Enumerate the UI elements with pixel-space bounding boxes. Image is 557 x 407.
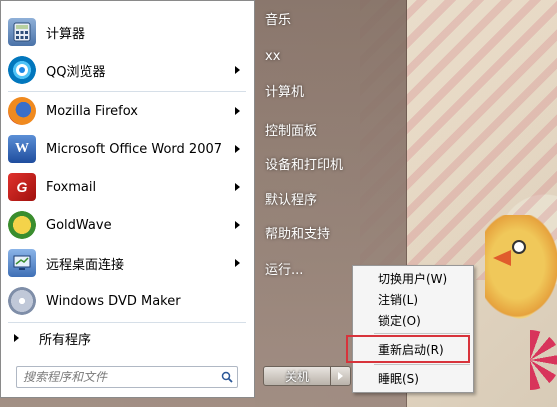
submenu-arrow-icon [235, 183, 240, 191]
all-programs-button[interactable]: 所有程序 [2, 325, 252, 351]
program-label: GoldWave [46, 217, 112, 233]
calculator-icon [8, 18, 36, 46]
goldwave-icon [8, 211, 36, 239]
right-item-control-panel[interactable]: 控制面板 [265, 117, 400, 141]
all-programs-label: 所有程序 [39, 332, 92, 348]
program-item-dvd-maker[interactable]: Windows DVD Maker [2, 283, 252, 319]
restart-highlight-box [346, 335, 470, 363]
program-label: Mozilla Firefox [46, 103, 138, 119]
search-input[interactable] [17, 367, 217, 387]
all-programs-arrow-icon [14, 334, 19, 342]
program-item-foxmail[interactable]: G Foxmail [2, 169, 252, 205]
right-item-default-programs[interactable]: 默认程序 [265, 186, 400, 210]
submenu-item-lock[interactable]: 锁定(O) [378, 310, 473, 330]
search-box [16, 366, 238, 388]
program-item-remote-desktop[interactable]: 远程桌面连接 [2, 245, 252, 281]
wallpaper-bird-beak [493, 250, 511, 266]
program-label: QQ浏览器 [46, 64, 106, 80]
shutdown-options-button[interactable] [331, 366, 351, 386]
submenu-arrow-icon [235, 107, 240, 115]
submenu-item-switch-user[interactable]: 切换用户(W) [378, 268, 473, 288]
program-label: 计算器 [46, 26, 86, 42]
program-item-qq-browser[interactable]: QQ浏览器 [2, 52, 252, 88]
qq-browser-icon [8, 56, 36, 84]
right-item-music[interactable]: 音乐 [265, 6, 400, 30]
right-item-user-folder[interactable]: xx [265, 44, 400, 68]
right-item-help-support[interactable]: 帮助和支持 [265, 220, 400, 244]
submenu-separator [374, 364, 470, 365]
submenu-arrow-icon [235, 221, 240, 229]
search-icon[interactable] [217, 367, 237, 387]
program-item-goldwave[interactable]: GoldWave [2, 207, 252, 243]
program-label: Windows DVD Maker [46, 293, 181, 309]
submenu-item-log-off[interactable]: 注销(L) [378, 289, 473, 309]
shutdown-button[interactable]: 关机 [263, 366, 331, 386]
wallpaper-bird [485, 215, 557, 325]
program-item-firefox[interactable]: Mozilla Firefox [2, 93, 252, 129]
program-label: Foxmail [46, 179, 97, 195]
right-item-devices-printers[interactable]: 设备和打印机 [265, 151, 400, 175]
foxmail-icon: G [8, 173, 36, 201]
submenu-arrow-icon [235, 259, 240, 267]
firefox-icon [8, 97, 36, 125]
dvd-maker-icon [8, 287, 36, 315]
submenu-item-sleep[interactable]: 睡眠(S) [378, 368, 473, 388]
program-item-calculator[interactable]: 计算器 [2, 14, 252, 50]
program-label: 远程桌面连接 [46, 257, 125, 273]
wallpaper-flower [500, 330, 557, 390]
program-label: Microsoft Office Word 2007 [46, 141, 223, 157]
submenu-separator [374, 333, 470, 334]
right-item-computer[interactable]: 计算机 [265, 78, 400, 102]
chevron-right-icon [338, 372, 343, 380]
wallpaper-bird-eye [512, 240, 526, 254]
separator [8, 322, 246, 323]
remote-desktop-icon [8, 249, 36, 277]
word-icon: W [8, 135, 36, 163]
separator [8, 91, 246, 92]
submenu-arrow-icon [235, 145, 240, 153]
submenu-arrow-icon [235, 66, 240, 74]
program-item-word[interactable]: W Microsoft Office Word 2007 [2, 131, 252, 167]
